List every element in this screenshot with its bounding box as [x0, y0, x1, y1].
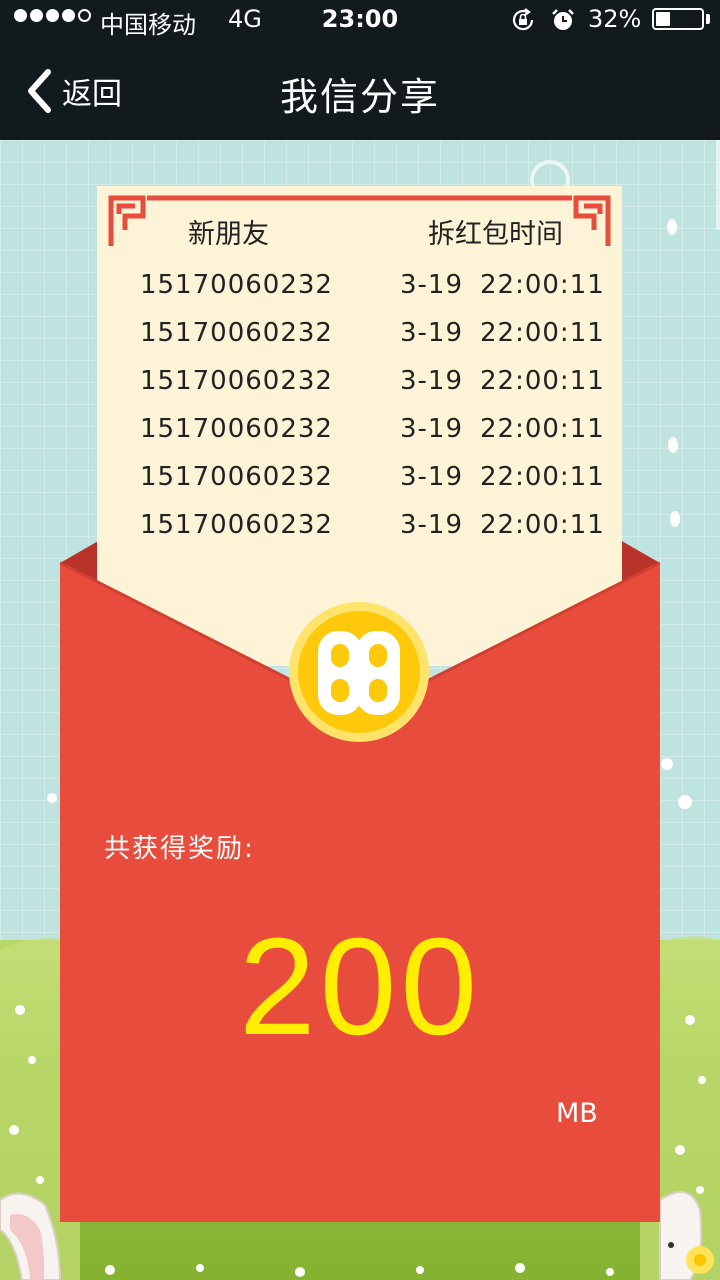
open-date: 3-19 — [400, 270, 464, 300]
coin-seal-icon[interactable] — [288, 601, 430, 743]
reward-amount: 200 — [238, 910, 482, 1064]
open-time: 22:00:11 — [480, 414, 605, 444]
column-header-friend: 新朋友 — [188, 219, 269, 250]
open-time: 22:00:11 — [480, 510, 605, 540]
friend-phone: 15170060232 — [140, 414, 333, 444]
open-date: 3-19 — [400, 462, 464, 492]
open-time: 22:00:11 — [480, 270, 605, 300]
open-time: 22:00:11 — [480, 462, 605, 492]
battery-cap — [706, 14, 710, 24]
status-bar: 中国移动 4G 23:00 32% — [0, 0, 720, 40]
column-header-time: 拆红包时间 — [428, 219, 563, 250]
table-row: 15170060232 3-19 22:00:11 — [0, 510, 720, 550]
table-row: 15170060232 3-19 22:00:11 — [0, 366, 720, 406]
navigation-bar: 返回 我信分享 — [0, 40, 720, 140]
table-row: 15170060232 3-19 22:00:11 — [0, 414, 720, 454]
open-date: 3-19 — [400, 414, 464, 444]
table-row: 15170060232 3-19 22:00:11 — [0, 462, 720, 502]
rotation-lock-icon — [512, 8, 534, 31]
open-time: 22:00:11 — [480, 318, 605, 348]
friend-phone: 15170060232 — [140, 462, 333, 492]
open-time: 22:00:11 — [480, 366, 605, 396]
friend-phone: 15170060232 — [140, 510, 333, 540]
reward-unit: MB — [556, 1098, 598, 1129]
friend-phone: 15170060232 — [140, 318, 333, 348]
battery-percent: 32% — [588, 5, 642, 33]
open-date: 3-19 — [400, 510, 464, 540]
friend-phone: 15170060232 — [140, 270, 333, 300]
page-title: 我信分享 — [279, 75, 440, 119]
friend-phone: 15170060232 — [140, 366, 333, 396]
reward-label: 共获得奖励: — [104, 834, 255, 864]
alarm-icon — [552, 9, 574, 30]
table-row: 15170060232 3-19 22:00:11 — [0, 318, 720, 358]
table-row: 15170060232 3-19 22:00:11 — [0, 270, 720, 310]
open-date: 3-19 — [400, 366, 464, 396]
battery-level — [656, 12, 671, 26]
battery-icon — [652, 8, 704, 30]
open-date: 3-19 — [400, 318, 464, 348]
